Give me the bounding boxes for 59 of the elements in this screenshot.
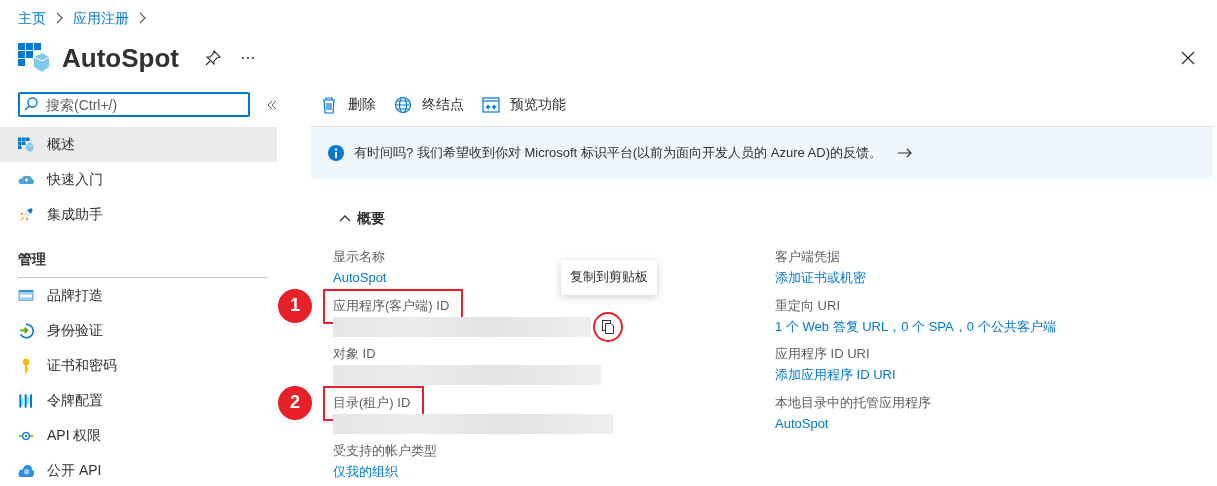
field-label: 对象 ID	[333, 345, 376, 363]
collapse-icon[interactable]	[266, 98, 278, 111]
copy-icon	[602, 319, 614, 334]
field-link[interactable]: 仅我的组织	[333, 462, 398, 482]
globe-icon	[394, 95, 412, 114]
page-title: AutoSpot	[62, 41, 179, 75]
field-label: 本地目录中的托管应用程序	[775, 393, 931, 412]
field-label: 应用程序(客户端) ID	[333, 296, 450, 315]
field-link[interactable]: AutoSpot	[333, 268, 387, 288]
field-label: 显示名称	[333, 248, 385, 266]
preview-window-icon	[482, 95, 500, 114]
banner-text: 有时间吗? 我们希望收到你对 Microsoft 标识平台(以前为面向开发人员的 Azure AD)的反馈。	[354, 144, 882, 163]
step-badge: 2	[278, 385, 312, 420]
trash-icon	[320, 95, 338, 114]
sidebar-item-icon	[18, 136, 34, 153]
field-label: 客户端凭据	[775, 248, 840, 266]
sidebar-item-icon	[18, 206, 34, 223]
section-heading: 管理	[17, 250, 47, 269]
sidebar-item-icon	[18, 392, 34, 409]
sidebar-item[interactable]: 概述	[0, 127, 277, 162]
more-icon[interactable]	[240, 56, 255, 60]
info-icon	[328, 145, 344, 161]
search-icon	[24, 97, 38, 111]
sidebar-item-icon	[18, 462, 34, 479]
breadcrumb-link[interactable]: 应用注册	[73, 7, 129, 29]
field-link[interactable]: 添加应用程序 ID URI	[775, 365, 896, 385]
close-icon[interactable]	[1181, 51, 1195, 65]
sidebar-item[interactable]: 令牌配置	[0, 383, 277, 418]
arrow-right-icon[interactable]	[898, 148, 912, 158]
sidebar-item-icon	[18, 287, 34, 304]
pin-icon[interactable]	[204, 50, 221, 66]
field-link[interactable]: 添加证书或机密	[775, 268, 866, 288]
field-label: 受支持的帐户类型	[333, 442, 437, 460]
field-link[interactable]: 1 个 Web 答复 URL，0 个 SPA，0 个公共客户端	[775, 316, 1056, 337]
chevron-icon	[339, 214, 351, 222]
toolbar-button[interactable]: 预览功能	[482, 94, 566, 115]
sidebar-item[interactable]: API 权限	[0, 418, 277, 453]
copy-button[interactable]	[593, 311, 623, 342]
app-grid-icon	[18, 43, 50, 73]
chevron-icon	[137, 11, 148, 25]
step-badge: 1	[278, 288, 312, 323]
field-label: 应用程序 ID URI	[775, 345, 870, 363]
toolbar-button[interactable]: 删除	[320, 94, 376, 115]
field-link[interactable]: AutoSpot	[775, 413, 829, 434]
sidebar-item[interactable]: 证书和密码	[0, 348, 277, 383]
chevron-icon	[54, 11, 65, 25]
search-field[interactable]: 搜索(Ctrl+/)	[18, 92, 250, 117]
tooltip: 复制到剪贴板	[561, 259, 657, 295]
sidebar-item[interactable]: 集成助手	[0, 197, 277, 232]
field-label: 重定向 URI	[775, 296, 840, 315]
breadcrumb-link[interactable]: 主页	[18, 7, 46, 29]
sidebar-item[interactable]: 品牌打造	[0, 278, 277, 313]
sidebar-item[interactable]: 身份验证	[0, 313, 277, 348]
essentials-toggle[interactable]: 概要	[339, 208, 385, 228]
sidebar-item[interactable]: 公开 API	[0, 453, 277, 486]
sidebar-item-icon	[18, 322, 34, 339]
toolbar-button[interactable]: 终结点	[394, 94, 464, 115]
field-label: 目录(租户) ID	[333, 393, 411, 412]
sidebar-item[interactable]: 快速入门	[0, 162, 277, 197]
